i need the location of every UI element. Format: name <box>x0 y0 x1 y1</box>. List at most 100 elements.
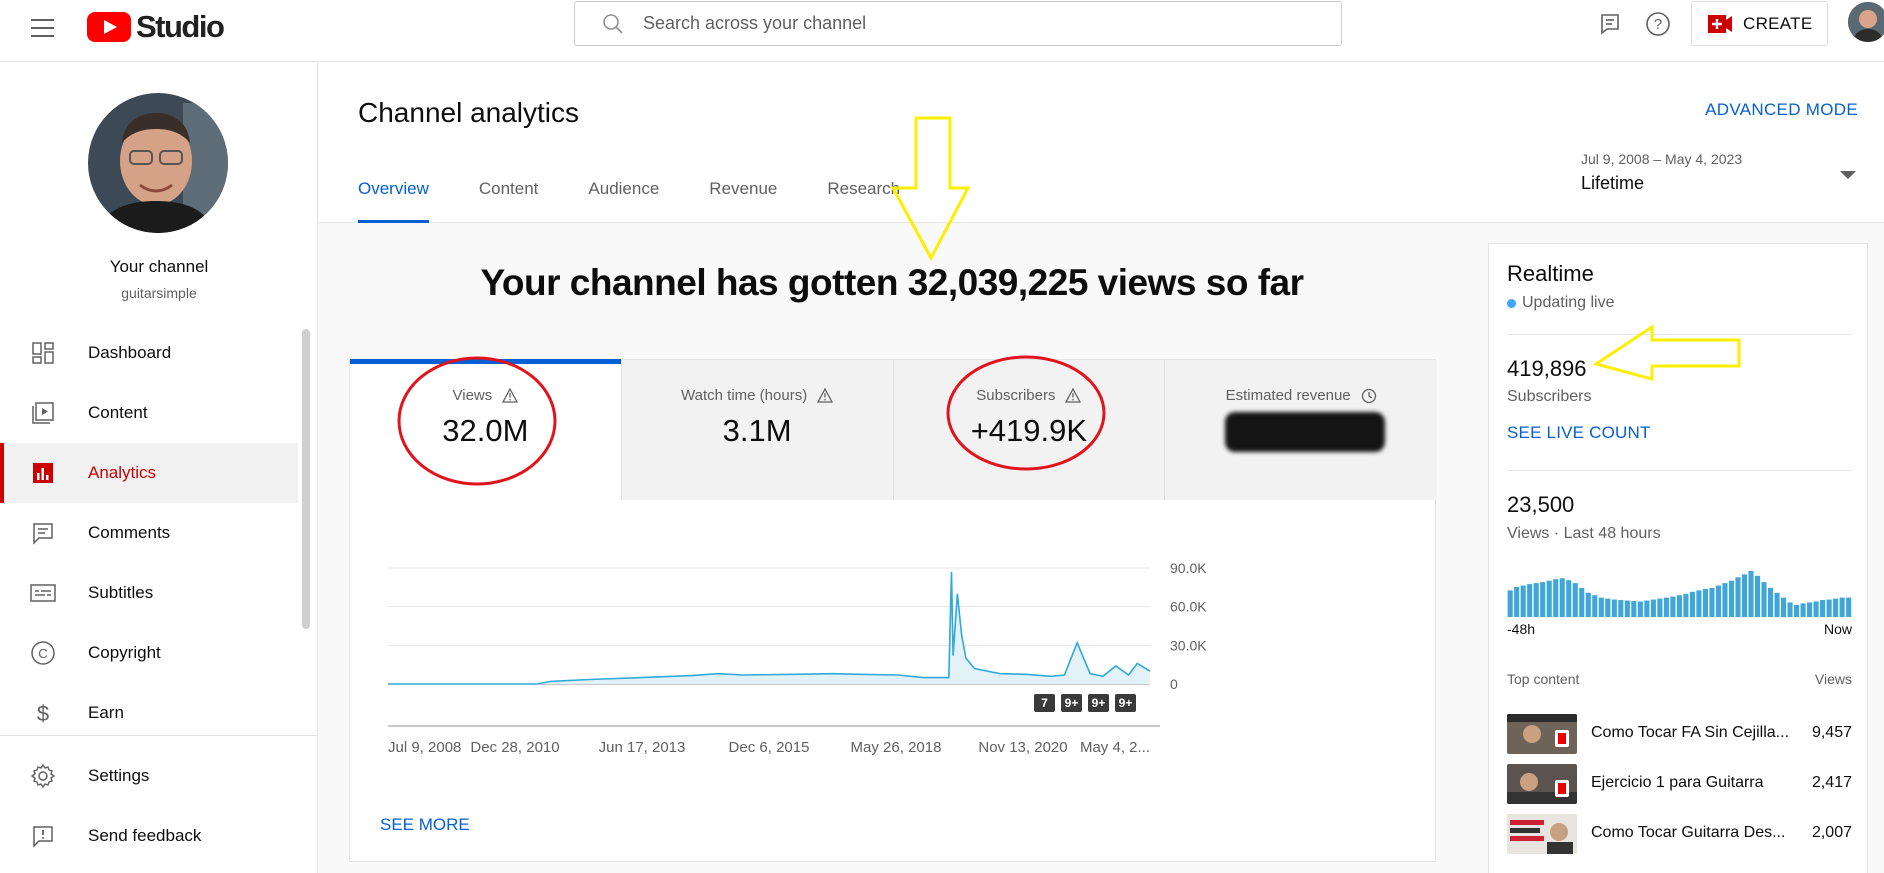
tab-research[interactable]: Research <box>827 179 900 223</box>
sidebar-item-copyright[interactable]: C Copyright <box>0 623 298 683</box>
realtime-bar <box>1728 580 1735 617</box>
date-range-label: Lifetime <box>1581 173 1645 193</box>
channel-name[interactable]: Your channel <box>0 257 318 277</box>
realtime-bar <box>1781 597 1787 617</box>
realtime-axis-start: -48h <box>1507 621 1536 637</box>
realtime-subs-value: 419,896 <box>1507 356 1587 381</box>
tab-content[interactable]: Content <box>479 179 539 223</box>
sidebar-item-content[interactable]: Content <box>0 383 298 443</box>
views-chart-svg: 90.0K 60.0K 30.0K 0 7 9+ 9+ 9+ Jul 9, 2008 Dec 28… <box>388 560 1207 756</box>
realtime-views-label: Views · Last 48 hours <box>1507 525 1661 542</box>
comments-icon <box>29 519 57 547</box>
warning-icon <box>1065 388 1082 403</box>
sidebar-item-comments[interactable]: Comments <box>0 503 298 563</box>
x-tick-label: Dec 28, 2010 <box>470 739 559 756</box>
top-content-row[interactable]: Como Tocar Guitarra Des... 2,007 <box>1507 814 1852 856</box>
sidebar-item-dashboard[interactable]: Dashboard <box>0 323 298 383</box>
realtime-bar <box>1631 601 1637 617</box>
realtime-bar <box>1813 601 1819 617</box>
realtime-bar <box>1722 583 1728 617</box>
realtime-bar <box>1553 579 1559 617</box>
metric-value: 32.0M <box>442 413 529 448</box>
metric-views[interactable]: Views 32.0M <box>350 359 622 500</box>
metric-tabs: Views 32.0M Watch time (hours) 3.1M Subs… <box>350 359 1437 500</box>
metric-value: 3.1M <box>722 413 792 448</box>
redacted-revenue-value <box>1225 412 1386 452</box>
top-content-row[interactable]: Ejercicio 1 para Guitarra 2,417 <box>1507 764 1852 806</box>
help-icon[interactable]: ? <box>1643 9 1673 39</box>
realtime-bar <box>1507 590 1513 617</box>
see-more-link[interactable]: SEE MORE <box>380 815 470 835</box>
realtime-bar <box>1585 592 1591 617</box>
realtime-bar <box>1787 602 1793 617</box>
account-avatar[interactable] <box>1848 2 1884 42</box>
views-area <box>388 571 1150 684</box>
realtime-bar <box>1683 593 1689 617</box>
see-live-count-link[interactable]: SEE LIVE COUNT <box>1507 423 1651 443</box>
realtime-bar-chart <box>1507 571 1852 617</box>
gear-icon <box>29 762 57 790</box>
sidebar-scrollbar[interactable] <box>302 329 310 629</box>
x-tick-label: Dec 6, 2015 <box>729 739 810 756</box>
annotation-marker-label: 9+ <box>1119 696 1133 710</box>
metric-estimated-revenue[interactable]: Estimated revenue <box>1165 360 1437 500</box>
x-tick-label: Nov 13, 2020 <box>978 739 1067 756</box>
x-tick-label: May 26, 2018 <box>851 739 942 756</box>
realtime-bar <box>1670 596 1676 617</box>
studio-logo[interactable]: Studio <box>87 9 225 45</box>
tab-audience[interactable]: Audience <box>588 179 659 223</box>
x-tick-label: Jul 9, 2008 <box>388 739 461 756</box>
annotation-marker-label: 9+ <box>1092 696 1106 710</box>
sidebar-item-analytics[interactable]: Analytics <box>0 443 298 503</box>
realtime-bar <box>1826 599 1832 617</box>
chevron-down-icon[interactable] <box>1840 171 1856 179</box>
channel-avatar[interactable] <box>88 93 228 233</box>
realtime-bar <box>1715 585 1722 617</box>
realtime-bar <box>1800 603 1806 617</box>
svg-text:C: C <box>38 646 47 661</box>
realtime-bar <box>1839 597 1845 617</box>
warning-icon <box>817 388 834 403</box>
sidebar-item-settings[interactable]: Settings <box>0 746 298 806</box>
realtime-bar <box>1514 586 1520 617</box>
menu-icon[interactable] <box>28 13 58 43</box>
advanced-mode-button[interactable]: ADVANCED MODE <box>1705 100 1858 120</box>
subtitles-icon <box>29 579 57 607</box>
metric-label: Subscribers <box>976 387 1056 404</box>
realtime-bar <box>1709 587 1715 617</box>
notifications-icon[interactable] <box>1595 9 1625 39</box>
views-chart: 90.0K 60.0K 30.0K 0 7 9+ 9+ 9+ Jul 9, 2008 Dec 28… <box>380 540 1340 810</box>
realtime-bar <box>1702 588 1708 617</box>
realtime-bar <box>1741 574 1748 617</box>
date-range-picker[interactable]: Jul 9, 2008 – May 4, 2023 Lifetime <box>1581 151 1742 194</box>
realtime-bar <box>1696 590 1702 617</box>
youtube-play-icon <box>87 12 131 42</box>
realtime-bar <box>1527 584 1533 617</box>
top-content-row[interactable]: Como Tocar FA Sin Cejilla... 9,457 <box>1507 714 1852 756</box>
sidebar-item-label: Copyright <box>88 643 161 662</box>
metric-watch-time[interactable]: Watch time (hours) 3.1M <box>621 360 894 500</box>
create-button[interactable]: CREATE <box>1691 1 1828 46</box>
realtime-bar <box>1833 598 1839 617</box>
svg-text:?: ? <box>1654 16 1662 33</box>
metric-label: Views <box>452 387 493 404</box>
realtime-bar <box>1540 582 1546 617</box>
realtime-bar <box>1761 582 1767 617</box>
realtime-bar <box>1611 599 1617 617</box>
earn-icon: $ <box>29 699 57 727</box>
tab-revenue[interactable]: Revenue <box>709 179 777 223</box>
realtime-title: Realtime <box>1507 261 1594 286</box>
search-input[interactable] <box>637 13 1341 34</box>
search-box[interactable] <box>574 1 1342 46</box>
video-thumbnail <box>1507 764 1577 804</box>
sidebar-item-earn[interactable]: $ Earn <box>0 683 298 743</box>
views-column-label: Views <box>1814 671 1852 687</box>
video-title: Como Tocar FA Sin Cejilla... <box>1591 724 1790 741</box>
metric-subscribers[interactable]: Subscribers +419.9K <box>893 360 1166 500</box>
y-tick-label: 60.0K <box>1170 599 1207 615</box>
create-video-icon <box>1708 14 1732 33</box>
sidebar-item-subtitles[interactable]: Subtitles <box>0 563 298 623</box>
tab-overview[interactable]: Overview <box>358 179 429 223</box>
sidebar-item-send-feedback[interactable]: Send feedback <box>0 806 298 866</box>
realtime-bar <box>1592 595 1598 617</box>
